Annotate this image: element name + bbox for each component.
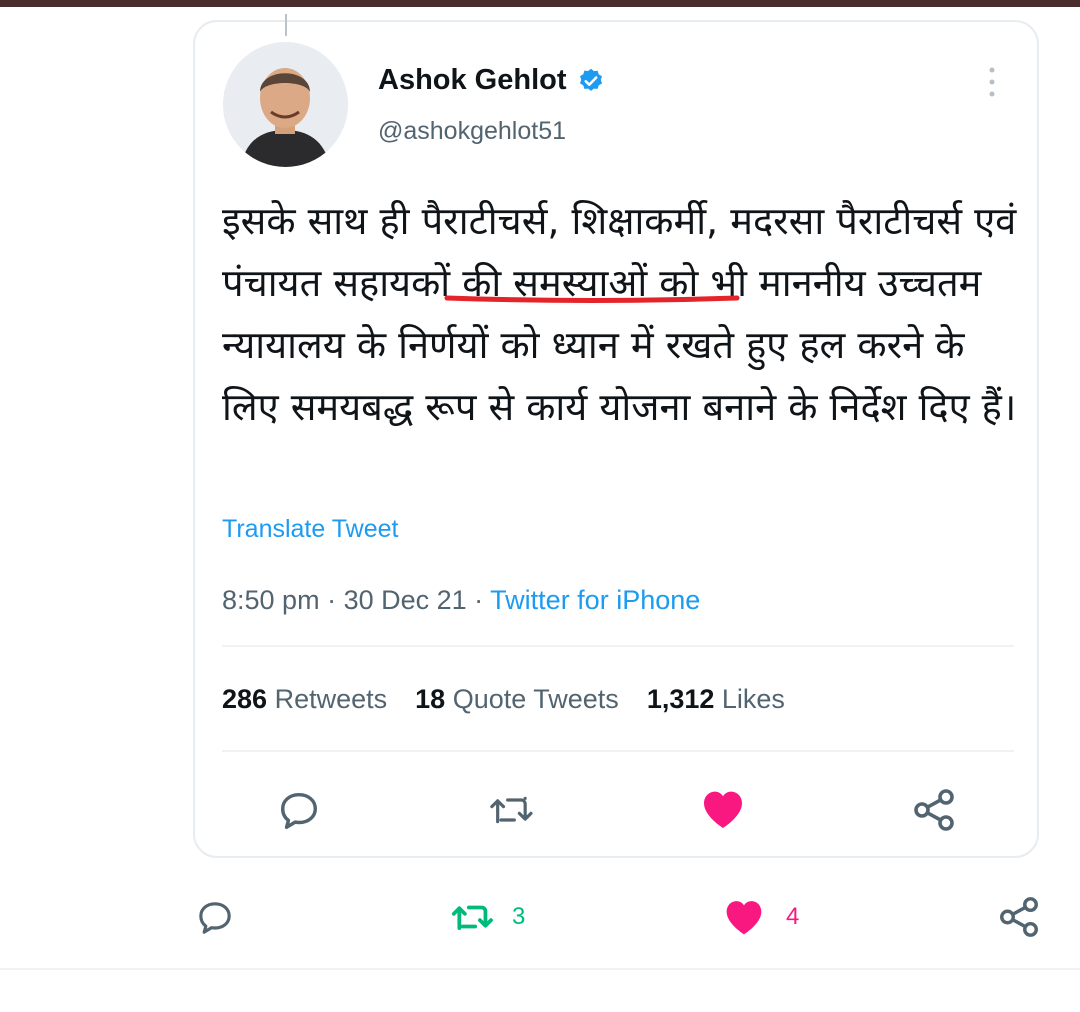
meta-separator: ·	[319, 585, 344, 615]
quote-tweets-label: Quote Tweets	[452, 684, 619, 714]
reply-icon[interactable]	[276, 788, 322, 834]
retweets-label: Retweets	[274, 684, 388, 714]
quote-tweets-count: 18	[415, 684, 446, 714]
meta-separator: ·	[466, 585, 491, 615]
share-icon[interactable]	[910, 786, 958, 834]
retweet-icon[interactable]	[448, 898, 496, 936]
tweet-meta: 8:50 pm · 30 Dec 21 · Twitter for iPhone	[222, 585, 700, 616]
author-row: Ashok Gehlot	[378, 64, 605, 97]
reply-icon[interactable]	[195, 898, 235, 938]
heart-icon[interactable]	[722, 896, 766, 938]
likes-count: 1,312	[646, 684, 715, 714]
avatar-image	[223, 42, 348, 167]
avatar[interactable]	[223, 42, 348, 167]
more-icon[interactable]	[984, 62, 1000, 102]
likes-label: Likes	[721, 684, 785, 714]
translate-tweet-link[interactable]: Translate Tweet	[222, 515, 398, 544]
retweets-count: 286	[222, 684, 268, 714]
verified-badge-icon	[579, 68, 602, 91]
heart-icon[interactable]	[699, 786, 747, 832]
engagement-stats: 286 Retweets 18 Quote Tweets 1,312 Likes	[222, 684, 785, 715]
author-handle[interactable]: @ashokgehlot51	[378, 117, 566, 146]
divider	[222, 750, 1014, 752]
retweet-icon[interactable]	[486, 790, 536, 830]
tweet-text: इसके साथ ही पैराटीचर्स, शिक्षाकर्मी, मदर…	[222, 199, 1017, 429]
tweet-date[interactable]: 30 Dec 21	[344, 585, 467, 615]
author-name[interactable]: Ashok Gehlot	[378, 64, 567, 97]
tweet-source[interactable]: Twitter for iPhone	[490, 585, 700, 615]
red-underline-annotation	[444, 295, 740, 303]
divider	[222, 645, 1014, 647]
top-bar	[0, 0, 1080, 7]
tweet-time: 8:50 pm	[222, 585, 320, 615]
retweet-count: 3	[512, 903, 526, 930]
thread-connector	[285, 14, 287, 36]
like-count: 4	[786, 903, 800, 930]
share-icon[interactable]	[996, 894, 1042, 940]
quote-tweets-stat[interactable]: 18 Quote Tweets	[415, 684, 619, 714]
likes-stat[interactable]: 1,312 Likes	[647, 684, 785, 714]
divider	[0, 968, 1080, 970]
retweets-stat[interactable]: 286 Retweets	[222, 684, 387, 714]
